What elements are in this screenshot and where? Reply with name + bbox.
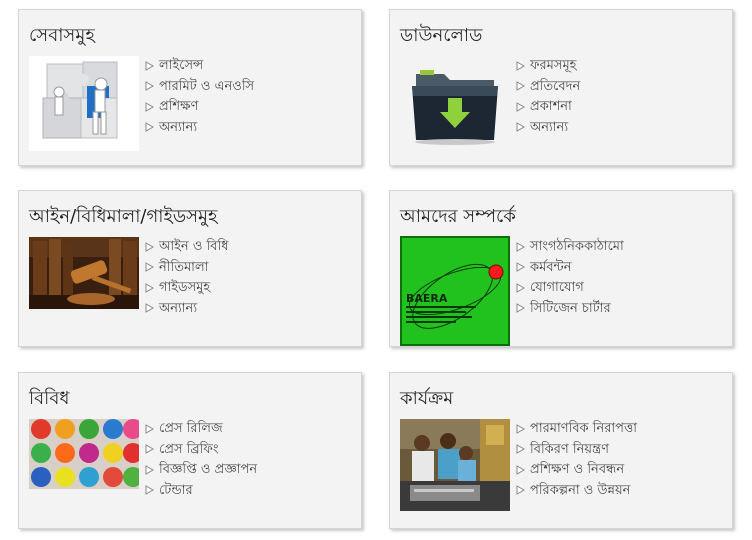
link-nuclear-safety[interactable]: পারমাণবিক নিরাপত্তা xyxy=(516,419,637,440)
triangle-bullet-icon xyxy=(516,122,530,132)
link-contact[interactable]: যোগাযোগ xyxy=(516,278,624,299)
triangle-bullet-icon xyxy=(516,464,530,475)
triangle-bullet-icon xyxy=(516,423,530,434)
card-laws: আইন/বিধিমালা/গাইডসমুহ আইন ও বিধি নীতিমাল… xyxy=(18,190,362,347)
card-download: ডাউনলোড ফরমসমূহ প্রতিবেদন প্রকাশনা অন্যা… xyxy=(389,9,733,166)
link-others[interactable]: অন্যান্য xyxy=(145,299,228,320)
puzzle-people-image[interactable] xyxy=(29,56,139,151)
card-title[interactable]: ডাউনলোড xyxy=(400,21,482,52)
triangle-bullet-icon xyxy=(145,464,159,475)
link-others[interactable]: অন্যান্য xyxy=(145,118,254,139)
link-press-release[interactable]: প্রেস রিলিজ xyxy=(145,419,257,440)
card-title[interactable]: আমদের সম্পর্কে xyxy=(400,202,516,233)
link-press-briefing[interactable]: প্রেস ব্রিফিং xyxy=(145,440,257,461)
card-about-us: আমদের সম্পর্কে BAERA সাংগঠনিককাঠামো কর্ম… xyxy=(389,190,733,347)
link-training[interactable]: প্রশিক্ষণ xyxy=(145,97,254,118)
activities-link-list: পারমাণবিক নিরাপত্তা বিকিরণ নিয়ন্ত্রণ প্… xyxy=(516,419,637,501)
link-notices[interactable]: বিজ্ঞপ্তি ও প্রজ্ঞাপন xyxy=(145,460,257,481)
card-title[interactable]: কার্যক্রম xyxy=(400,384,453,415)
baera-logo-image[interactable]: BAERA xyxy=(400,236,510,346)
card-title[interactable]: বিবিধ xyxy=(29,384,69,415)
triangle-bullet-icon xyxy=(145,60,159,71)
card-services: সেবাসমুহ লাইসেন্স পারমিট ও এনওসি প্রশিক্… xyxy=(18,9,362,166)
misc-link-list: প্রেস রিলিজ প্রেস ব্রিফিং বিজ্ঞপ্তি ও প্… xyxy=(145,419,257,501)
link-license[interactable]: লাইসেন্স xyxy=(145,56,254,77)
link-citizen-charter[interactable]: সিটিজেন চার্টার xyxy=(516,299,624,320)
triangle-bullet-icon xyxy=(516,81,530,91)
triangle-bullet-icon xyxy=(516,444,530,454)
link-training-registration[interactable]: প্রশিক্ষণ ও নিবন্ধন xyxy=(516,460,637,481)
triangle-bullet-icon xyxy=(145,101,159,112)
triangle-bullet-icon xyxy=(516,282,530,293)
triangle-bullet-icon xyxy=(516,262,530,272)
triangle-bullet-icon xyxy=(145,241,159,252)
triangle-bullet-icon xyxy=(516,485,530,495)
laws-link-list: আইন ও বিধি নীতিমালা গাইডসমুহ অন্যান্য xyxy=(145,237,228,319)
link-publications[interactable]: প্রকাশনা xyxy=(516,97,580,118)
triangle-bullet-icon xyxy=(516,60,530,71)
workers-lab-image[interactable] xyxy=(400,419,510,511)
link-organogram[interactable]: সাংগঠনিককাঠামো xyxy=(516,237,624,258)
about-link-list: সাংগঠনিককাঠামো কর্মবন্টন যোগাযোগ সিটিজেন… xyxy=(516,237,624,319)
colorful-jars-image[interactable] xyxy=(29,419,139,489)
download-link-list: ফরমসমূহ প্রতিবেদন প্রকাশনা অন্যান্য xyxy=(516,56,580,138)
triangle-bullet-icon xyxy=(516,241,530,252)
link-permit-noc[interactable]: পারমিট ও এনওসি xyxy=(145,77,254,98)
link-work-distribution[interactable]: কর্মবন্টন xyxy=(516,258,624,279)
link-guides[interactable]: গাইডসমুহ xyxy=(145,278,228,299)
triangle-bullet-icon xyxy=(145,81,159,91)
link-others[interactable]: অন্যান্য xyxy=(516,118,580,139)
link-reports[interactable]: প্রতিবেদন xyxy=(516,77,580,98)
triangle-bullet-icon xyxy=(145,282,159,293)
card-title[interactable]: সেবাসমুহ xyxy=(29,21,95,52)
gavel-books-image[interactable] xyxy=(29,237,139,309)
link-planning-development[interactable]: পরিকল্পনা ও উন্নয়ন xyxy=(516,481,637,502)
triangle-bullet-icon xyxy=(145,423,159,434)
triangle-bullet-icon xyxy=(145,262,159,272)
card-activities: কার্যক্রম পারমাণবিক নিরাপত্তা বিকিরণ নিয… xyxy=(389,372,733,529)
triangle-bullet-icon xyxy=(516,101,530,112)
triangle-bullet-icon xyxy=(145,303,159,313)
card-title[interactable]: আইন/বিধিমালা/গাইডসমুহ xyxy=(29,202,217,233)
triangle-bullet-icon xyxy=(145,122,159,132)
services-link-list: লাইসেন্স পারমিট ও এনওসি প্রশিক্ষণ অন্যান… xyxy=(145,56,254,138)
link-tender[interactable]: টেন্ডার xyxy=(145,481,257,502)
link-acts-rules[interactable]: আইন ও বিধি xyxy=(145,237,228,258)
link-forms[interactable]: ফরমসমূহ xyxy=(516,56,580,77)
triangle-bullet-icon xyxy=(145,444,159,454)
triangle-bullet-icon xyxy=(145,485,159,495)
baera-logo-text: BAERA xyxy=(406,292,448,305)
download-folder-image[interactable] xyxy=(400,56,510,151)
link-policies[interactable]: নীতিমালা xyxy=(145,258,228,279)
card-miscellaneous: বিবিধ প্রেস রিলিজ প্রেস ব্রিফিং বিজ্ঞপ্ত… xyxy=(18,372,362,529)
link-radiation-control[interactable]: বিকিরণ নিয়ন্ত্রণ xyxy=(516,440,637,461)
triangle-bullet-icon xyxy=(516,303,530,313)
